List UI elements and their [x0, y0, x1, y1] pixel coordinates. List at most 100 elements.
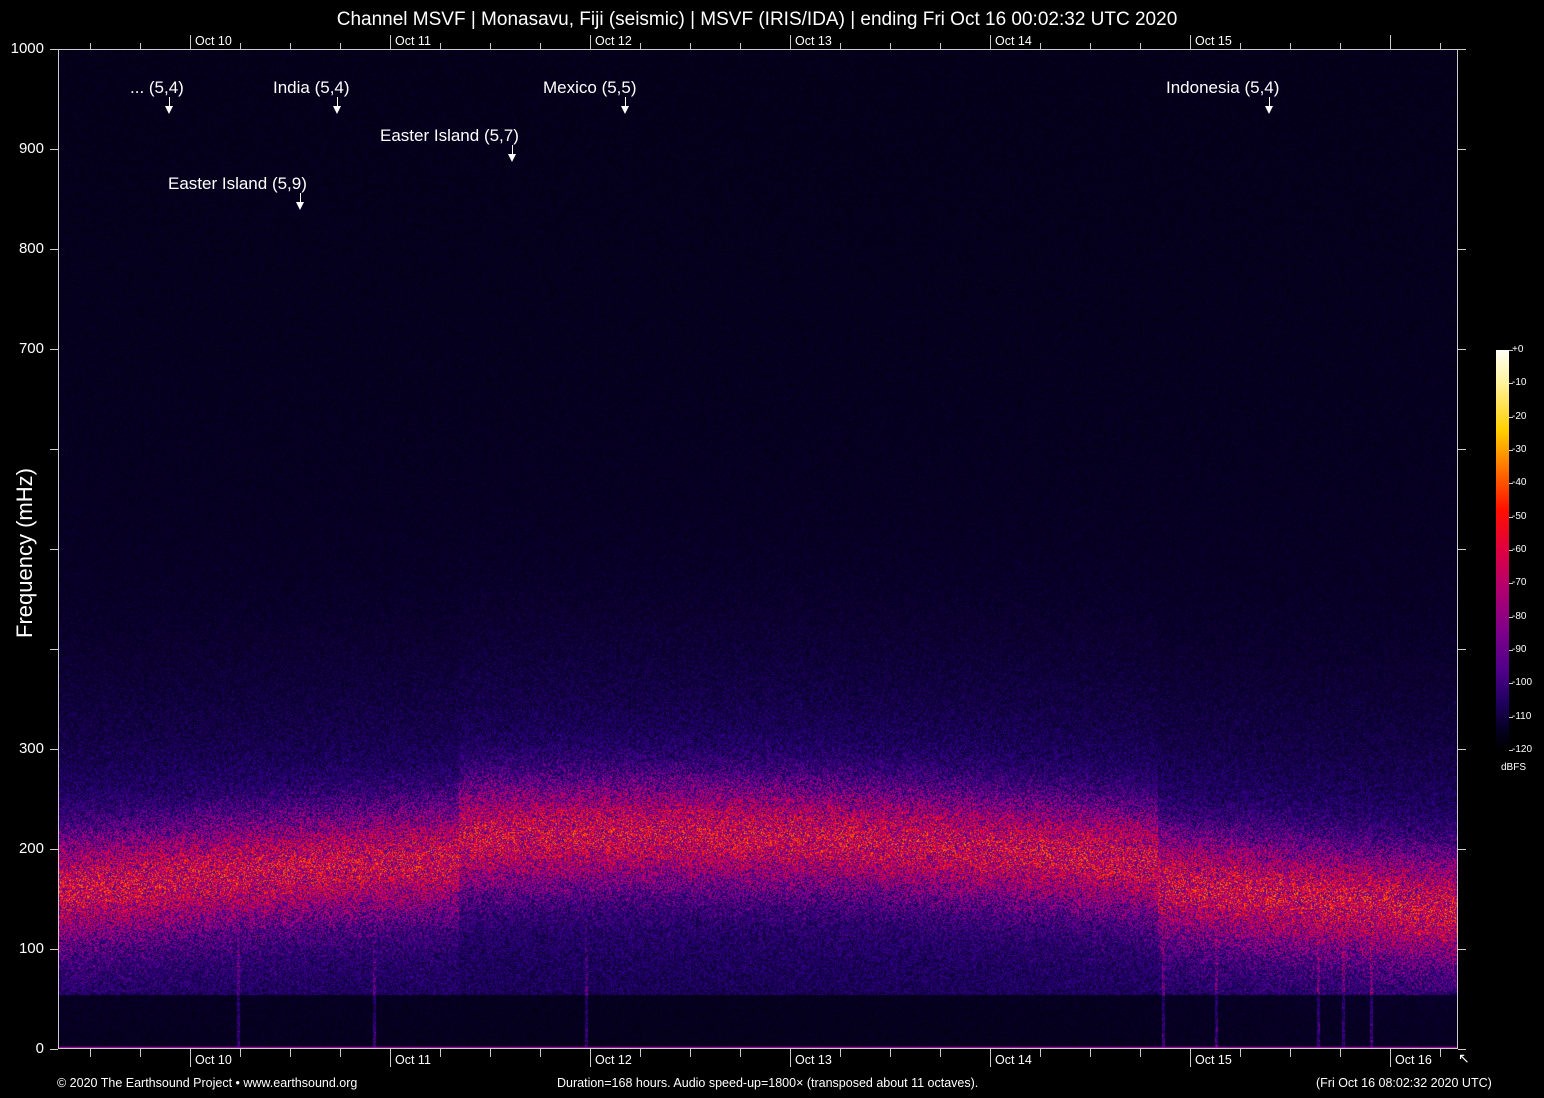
- x-tick: [490, 1049, 491, 1057]
- x-tick-top: [190, 35, 191, 49]
- x-tick-top: [140, 43, 141, 49]
- x-tick: [540, 1049, 541, 1057]
- x-tick: [1390, 1049, 1391, 1067]
- x-tick-label: Oct 12: [595, 1053, 632, 1067]
- x-tick-top: [1040, 43, 1041, 49]
- x-tick: [290, 1049, 291, 1057]
- y-tick-right: [1458, 549, 1466, 550]
- footer-timestamp: (Fri Oct 16 08:02:32 2020 UTC): [1316, 1076, 1492, 1090]
- colorbar-tick-label: -40: [1512, 477, 1526, 488]
- x-tick-top: [490, 43, 491, 49]
- x-tick-label: Oct 15: [1195, 1053, 1232, 1067]
- event-arrow-icon: [508, 154, 516, 162]
- x-tick: [640, 1049, 641, 1057]
- event-arrow-icon: [296, 202, 304, 210]
- y-tick-right: [1458, 949, 1466, 950]
- y-tick-right: [1458, 349, 1466, 350]
- event-label: Indonesia (5,4): [1166, 78, 1279, 98]
- y-tick: [50, 149, 58, 150]
- x-tick: [840, 1049, 841, 1057]
- y-tick-label: 200: [0, 840, 44, 857]
- x-tick-top: [1240, 43, 1241, 49]
- x-tick: [890, 1049, 891, 1057]
- y-tick: [50, 249, 58, 250]
- x-tick: [1140, 1049, 1141, 1057]
- y-tick-right: [1458, 849, 1466, 850]
- colorbar-tick-label: -120: [1512, 744, 1532, 755]
- colorbar-label: dBFS: [1501, 762, 1526, 773]
- colorbar-tick-label: -90: [1512, 644, 1526, 655]
- x-tick-label-top: Oct 14: [995, 34, 1032, 48]
- y-tick-label: 800: [0, 240, 44, 257]
- x-tick: [1090, 1049, 1091, 1057]
- event-arrow-icon: [621, 106, 629, 114]
- colorbar-tick-label: -70: [1512, 577, 1526, 588]
- footer-copyright: © 2020 The Earthsound Project • www.eart…: [57, 1076, 357, 1090]
- x-tick-label-top: Oct 13: [795, 34, 832, 48]
- y-tick-right: [1458, 649, 1466, 650]
- colorbar-tick-label: -10: [1512, 377, 1526, 388]
- event-label: India (5,4): [273, 78, 350, 98]
- event-label: Easter Island (5,7): [380, 126, 519, 146]
- event-arrow-icon: [165, 106, 173, 114]
- y-tick: [50, 49, 58, 50]
- x-tick: [340, 1049, 341, 1057]
- colorbar-tick-label: -110: [1512, 711, 1531, 722]
- y-tick-right: [1458, 249, 1466, 250]
- y-tick: [50, 849, 58, 850]
- y-tick: [50, 549, 58, 550]
- x-tick: [90, 1049, 91, 1057]
- cursor-icon: ↖: [1458, 1050, 1470, 1067]
- x-tick-top: [1390, 35, 1391, 49]
- x-tick-top: [740, 43, 741, 49]
- x-tick-top: [1190, 35, 1191, 49]
- x-tick: [140, 1049, 141, 1057]
- x-tick-top: [940, 43, 941, 49]
- x-tick-top: [1440, 43, 1441, 49]
- y-tick-right: [1458, 749, 1466, 750]
- colorbar-tick-label: -20: [1512, 411, 1526, 422]
- x-tick-top: [1340, 43, 1341, 49]
- y-tick-right: [1458, 149, 1466, 150]
- y-tick: [50, 449, 58, 450]
- x-tick-top: [1290, 43, 1291, 49]
- colorbar: [1496, 350, 1509, 750]
- chart-title: Channel MSVF | Monasavu, Fiji (seismic) …: [0, 9, 1514, 31]
- colorbar-tick-label: -80: [1512, 611, 1526, 622]
- x-tick-top: [690, 43, 691, 49]
- colorbar-tick-label: -50: [1512, 511, 1526, 522]
- x-tick: [1240, 1049, 1241, 1057]
- x-tick-top: [290, 43, 291, 49]
- y-tick-label: 1000: [0, 40, 44, 57]
- x-tick: [240, 1049, 241, 1057]
- x-tick-label-top: Oct 10: [195, 34, 232, 48]
- y-tick-label: 700: [0, 340, 44, 357]
- y-tick: [50, 649, 58, 650]
- y-tick-right: [1458, 449, 1466, 450]
- plot-frame: [58, 49, 1458, 1049]
- x-tick-top: [240, 43, 241, 49]
- x-tick: [190, 1049, 191, 1067]
- x-tick-top: [340, 43, 341, 49]
- event-label: Easter Island (5,9): [168, 174, 307, 194]
- x-tick-top: [790, 35, 791, 49]
- event-label: Mexico (5,5): [543, 78, 637, 98]
- x-tick: [390, 1049, 391, 1067]
- y-tick-right: [1458, 49, 1466, 50]
- x-tick: [990, 1049, 991, 1067]
- x-tick-label: Oct 13: [795, 1053, 832, 1067]
- x-tick-top: [840, 43, 841, 49]
- x-tick: [1440, 1049, 1441, 1057]
- event-label: ... (5,4): [130, 78, 184, 98]
- x-tick-label-top: Oct 11: [395, 34, 431, 48]
- colorbar-tick-label: +0: [1512, 344, 1523, 355]
- colorbar-tick-label: -30: [1512, 444, 1526, 455]
- x-tick-label-top: Oct 15: [1195, 34, 1232, 48]
- colorbar-tick-label: -60: [1512, 544, 1526, 555]
- x-tick: [1340, 1049, 1341, 1057]
- x-tick-label-top: Oct 12: [595, 34, 632, 48]
- y-axis-title: Frequency (mHz): [12, 458, 38, 648]
- y-tick-label: 0: [0, 1040, 44, 1057]
- x-tick-top: [590, 35, 591, 49]
- y-tick-label: 300: [0, 740, 44, 757]
